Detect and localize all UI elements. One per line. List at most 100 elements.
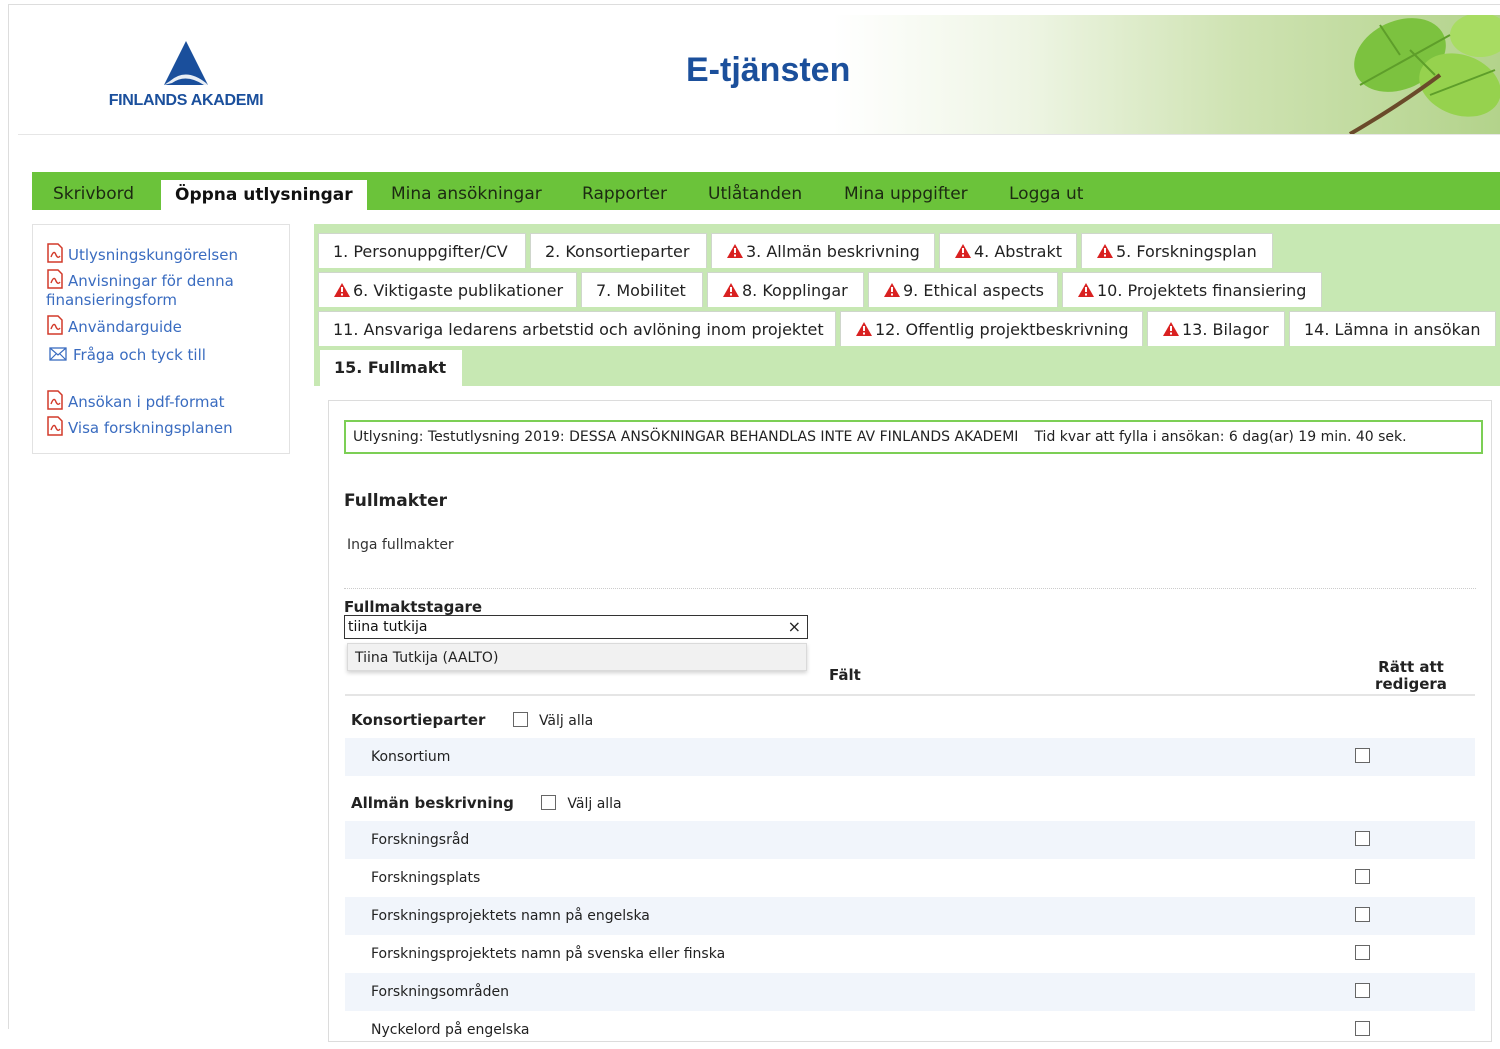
pdf-icon xyxy=(47,243,63,263)
table-row: Nyckelord på engelska xyxy=(345,1011,1475,1049)
tab-lamna-in-ansokan[interactable]: 14. Lämna in ansökan xyxy=(1289,311,1496,346)
pdf-icon xyxy=(47,416,63,436)
field-name: Forskningsplats xyxy=(371,870,481,886)
tab-fullmakt[interactable]: 15. Fullmakt xyxy=(320,350,462,386)
nav-oppna-utlysningar[interactable]: Öppna utlysningar xyxy=(161,180,367,218)
time-remaining: Tid kvar att fylla i ansökan: 6 dag(ar) … xyxy=(1034,429,1407,445)
sidebar-link-label: Visa forskningsplanen xyxy=(68,419,233,437)
tab-label: 10. Projektets finansiering xyxy=(1097,281,1307,300)
no-authorizations-text: Inga fullmakter xyxy=(347,537,454,553)
nav-mina-ansokningar[interactable]: Mina ansökningar xyxy=(391,172,542,210)
clear-icon[interactable]: × xyxy=(788,617,801,636)
call-name: Utlysning: Testutlysning 2019: DESSA ANS… xyxy=(353,429,1019,445)
nav-utlatanden[interactable]: Utlåtanden xyxy=(708,172,802,210)
tab-ethical-aspects[interactable]: 9. Ethical aspects xyxy=(868,272,1058,307)
warning-icon xyxy=(727,244,743,258)
edit-right-checkbox[interactable] xyxy=(1355,945,1370,960)
tab-label: 4. Abstrakt xyxy=(974,242,1062,261)
tab-label: 14. Lämna in ansökan xyxy=(1304,320,1481,339)
table-row: Forskningsprojektets namn på engelska xyxy=(345,897,1475,935)
site-title: E-tjänsten xyxy=(686,51,851,89)
tab-konsortieparter[interactable]: 2. Konsortieparter xyxy=(530,233,707,268)
table-row: Forskningsområden xyxy=(345,973,1475,1011)
field-name: Forskningsprojektets namn på engelska xyxy=(371,908,650,924)
edit-right-checkbox[interactable] xyxy=(1355,983,1370,998)
field-name: Forskningsråd xyxy=(371,832,470,848)
edit-right-checkbox[interactable] xyxy=(1355,907,1370,922)
tab-allman-beskrivning[interactable]: 3. Allmän beskrivning xyxy=(711,233,935,268)
tab-forskningsplan[interactable]: 5. Forskningsplan xyxy=(1081,233,1273,268)
mail-icon xyxy=(49,347,67,361)
recipient-search[interactable]: × xyxy=(344,615,808,639)
edit-right-checkbox[interactable] xyxy=(1355,869,1370,884)
tab-kopplingar[interactable]: 8. Kopplingar xyxy=(707,272,864,307)
pdf-icon xyxy=(47,269,63,289)
sidebar-link-label: Utlysningskungörelsen xyxy=(68,246,238,264)
tab-projektets-finansiering[interactable]: 10. Projektets finansiering xyxy=(1062,272,1322,307)
pdf-icon xyxy=(47,390,63,410)
tab-arbetstid[interactable]: 11. Ansvariga ledarens arbetstid och avl… xyxy=(318,311,836,346)
tab-personuppgifter[interactable]: 1. Personuppgifter/CV xyxy=(318,233,526,268)
nav-logga-ut[interactable]: Logga ut xyxy=(1009,172,1083,210)
sidebar-link-label: Ansökan i pdf-format xyxy=(68,393,225,411)
warning-icon xyxy=(955,244,971,258)
table-row: Forskningsråd xyxy=(345,821,1475,859)
sidebar-link-pdf-format[interactable]: Ansökan i pdf-format xyxy=(46,390,225,412)
warning-icon xyxy=(856,322,872,336)
tab-label: 11. Ansvariga ledarens arbetstid och avl… xyxy=(333,320,824,339)
main-nav: Skrivbord Öppna utlysningar Mina ansökni… xyxy=(32,172,1500,218)
finlands-akademi-logo[interactable]: FINLANDS AKADEMI xyxy=(86,37,286,117)
group-konsortieparter: Konsortieparter Välj alla xyxy=(351,711,593,729)
nav-mina-uppgifter[interactable]: Mina uppgifter xyxy=(844,172,968,210)
main-panel: Utlysning: Testutlysning 2019: DESSA ANS… xyxy=(328,400,1492,1042)
group-allman-beskrivning: Allmän beskrivning Välj alla xyxy=(351,794,622,812)
sidebar-link-label: Användarguide xyxy=(68,318,182,336)
sidebar-link-utlysningskungorelsen[interactable]: Utlysningskungörelsen xyxy=(46,243,238,265)
sidebar-link-anvandarguide[interactable]: Användarguide xyxy=(46,315,182,337)
edit-right-checkbox[interactable] xyxy=(1355,748,1370,763)
tab-label: 12. Offentlig projektbeskrivning xyxy=(875,320,1129,339)
column-header-line: redigera xyxy=(1375,675,1447,693)
tab-label: 7. Mobilitet xyxy=(596,281,686,300)
sidebar-link-anvisningar-cont[interactable]: finansieringsform xyxy=(46,290,177,310)
column-header-edit-right: Rätt att redigera xyxy=(1351,659,1471,693)
edit-right-checkbox[interactable] xyxy=(1355,1021,1370,1036)
site-header: FINLANDS AKADEMI E-tjänsten xyxy=(18,15,1500,135)
logo-triangle-icon xyxy=(164,41,208,85)
leaves-decoration-icon xyxy=(1348,15,1500,134)
field-name: Forskningsområden xyxy=(371,984,510,1000)
warning-icon xyxy=(1078,283,1094,297)
sidebar: Utlysningskungörelsen Anvisningar för de… xyxy=(32,224,290,454)
recipient-search-input[interactable] xyxy=(348,618,778,636)
nav-skrivbord[interactable]: Skrivbord xyxy=(53,172,134,210)
group-title: Allmän beskrivning xyxy=(351,794,514,812)
sidebar-link-label: Anvisningar för denna xyxy=(68,272,234,290)
tab-abstrakt[interactable]: 4. Abstrakt xyxy=(939,233,1077,268)
autocomplete-option[interactable]: Tiina Tutkija (AALTO) xyxy=(347,643,807,671)
tab-offentlig-projektbeskrivning[interactable]: 12. Offentlig projektbeskrivning xyxy=(840,311,1143,346)
tab-publikationer[interactable]: 6. Viktigaste publikationer xyxy=(318,272,577,307)
sidebar-link-anvisningar[interactable]: Anvisningar för denna xyxy=(46,269,234,291)
tab-label: 1. Personuppgifter/CV xyxy=(333,242,508,261)
sidebar-link-label: Fråga och tyck till xyxy=(73,346,206,364)
warning-icon xyxy=(1163,322,1179,336)
divider xyxy=(344,588,1476,589)
column-header-field: Fält xyxy=(829,666,861,684)
select-all-checkbox[interactable] xyxy=(512,712,528,727)
warning-icon xyxy=(723,283,739,297)
select-all-label: Välj alla xyxy=(567,796,622,812)
nav-rapporter[interactable]: Rapporter xyxy=(582,172,667,210)
field-name: Konsortium xyxy=(371,749,451,765)
sidebar-link-forskningsplanen[interactable]: Visa forskningsplanen xyxy=(46,416,233,438)
table-row: Forskningsprojektets namn på svenska ell… xyxy=(345,935,1475,973)
edit-right-checkbox[interactable] xyxy=(1355,831,1370,846)
tab-label: 3. Allmän beskrivning xyxy=(746,242,920,261)
sidebar-link-fraga[interactable]: Fråga och tyck till xyxy=(49,345,206,365)
tab-bilagor[interactable]: 13. Bilagor xyxy=(1147,311,1285,346)
field-name: Nyckelord på engelska xyxy=(371,1022,530,1038)
select-all-checkbox[interactable] xyxy=(541,795,557,810)
select-all-label: Välj alla xyxy=(538,713,594,729)
tab-label: 6. Viktigaste publikationer xyxy=(353,281,564,300)
warning-icon xyxy=(884,283,900,297)
tab-mobilitet[interactable]: 7. Mobilitet xyxy=(581,272,703,307)
